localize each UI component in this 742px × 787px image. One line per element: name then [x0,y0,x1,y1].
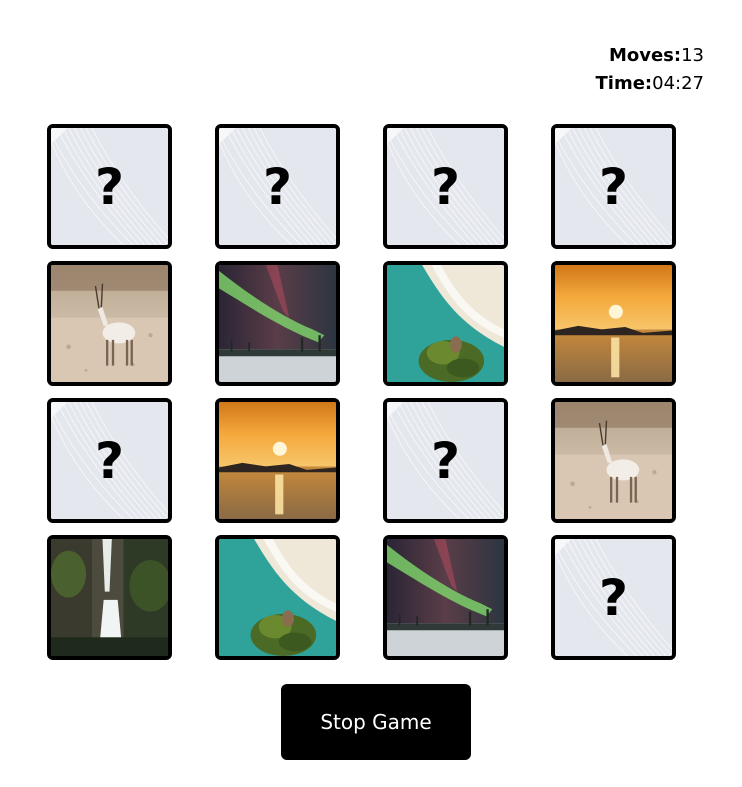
moves-counter: Moves:13 [596,42,704,70]
card-revealed-gazelle[interactable] [47,261,172,386]
card-hidden[interactable]: ? [383,398,508,523]
aurora-image [219,265,336,382]
question-mark-icon: ? [430,157,460,216]
card-revealed-sunset[interactable] [551,261,676,386]
sunset-image [555,265,672,382]
moves-label: Moves: [608,45,682,66]
gazelle-image [555,402,672,519]
beach-island-image [219,539,336,656]
aurora-image [387,539,504,656]
card-hidden[interactable]: ? [551,124,676,249]
time-label: Time: [595,73,653,94]
moves-value: 13 [681,45,704,66]
gazelle-image [51,265,168,382]
question-mark-icon: ? [598,568,628,627]
memory-game-page: Moves:13 Time:04:27 ? ? ? ? ? ? ? Stop G… [0,0,742,787]
stop-game-button[interactable]: Stop Game [281,684,471,760]
question-mark-icon: ? [430,431,460,490]
time-value: 04:27 [652,73,704,94]
question-mark-icon: ? [262,157,292,216]
card-hidden[interactable]: ? [383,124,508,249]
sunset-image [219,402,336,519]
card-revealed-aurora[interactable] [215,261,340,386]
card-revealed-beach-island[interactable] [215,535,340,660]
card-hidden[interactable]: ? [47,398,172,523]
card-revealed-sunset[interactable] [215,398,340,523]
card-revealed-beach-island[interactable] [383,261,508,386]
card-hidden[interactable]: ? [47,124,172,249]
question-mark-icon: ? [94,431,124,490]
question-mark-icon: ? [598,157,628,216]
card-hidden[interactable]: ? [215,124,340,249]
time-counter: Time:04:27 [596,70,705,98]
card-revealed-waterfall[interactable] [47,535,172,660]
card-revealed-gazelle[interactable] [551,398,676,523]
game-stats: Moves:13 Time:04:27 [596,42,705,98]
beach-island-image [387,265,504,382]
card-hidden[interactable]: ? [551,535,676,660]
card-revealed-aurora[interactable] [383,535,508,660]
waterfall-image [51,539,168,656]
card-grid: ? ? ? ? ? ? ? [47,124,676,660]
question-mark-icon: ? [94,157,124,216]
